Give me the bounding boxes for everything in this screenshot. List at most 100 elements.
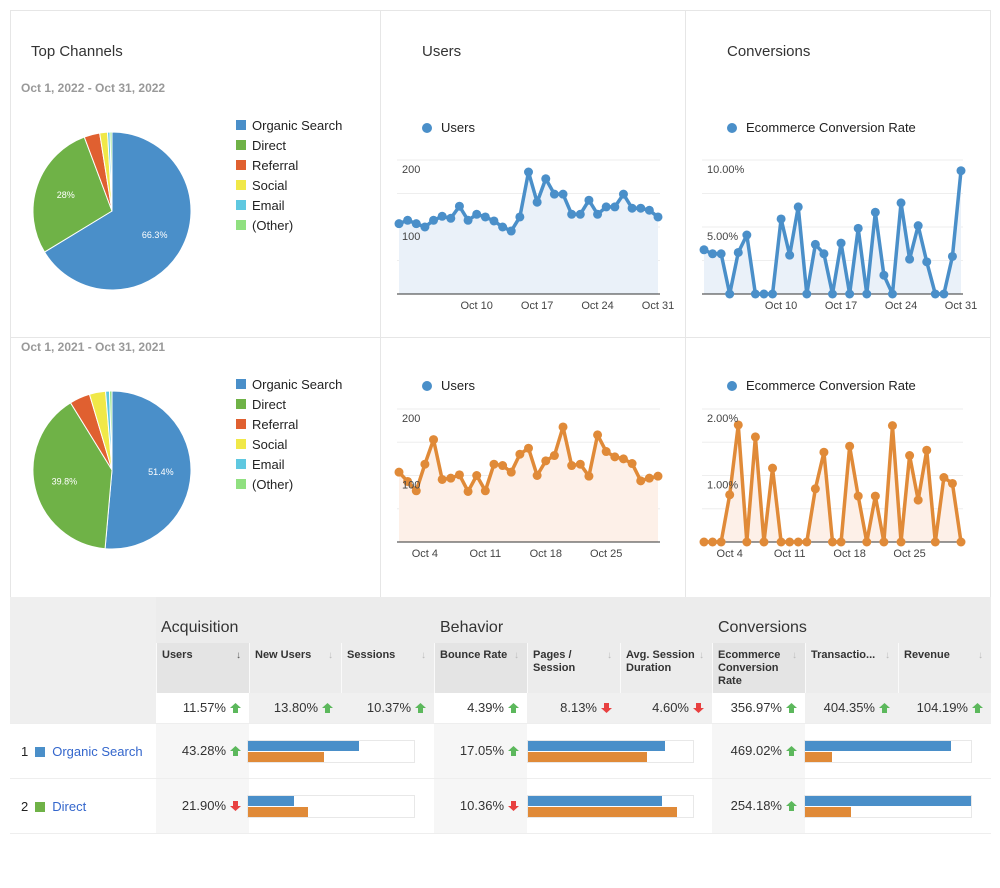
data-point[interactable] [836,238,846,248]
data-point[interactable] [853,223,863,233]
data-point[interactable] [725,490,735,500]
data-point[interactable] [716,249,726,259]
data-point[interactable] [524,443,533,453]
data-point[interactable] [887,289,897,299]
data-point[interactable] [776,214,786,224]
legend-item[interactable]: Social [236,175,342,195]
data-point[interactable] [627,459,637,469]
data-point[interactable] [446,213,456,223]
column-header-pages-session[interactable]: Pages / Session ↓ [527,643,620,693]
legend-item[interactable]: Email [236,195,342,215]
column-header-bounce-rate[interactable]: Bounce Rate ↓ [434,643,527,693]
column-header-new-users[interactable]: New Users ↓ [249,643,341,693]
channel-link[interactable]: Direct [52,799,86,814]
sort-arrow-icon[interactable]: ↓ [421,649,426,662]
column-header-revenue[interactable]: Revenue ↓ [898,643,991,693]
data-point[interactable] [653,471,663,481]
data-point[interactable] [785,537,795,547]
data-point[interactable] [725,289,735,299]
data-point[interactable] [750,432,760,442]
sort-arrow-icon[interactable]: ↓ [328,649,333,662]
legend-item[interactable]: Referral [236,155,342,175]
data-point[interactable] [601,202,611,212]
data-point[interactable] [785,250,795,260]
data-point[interactable] [627,203,637,213]
legend-item[interactable]: Email [236,454,342,474]
data-point[interactable] [472,209,482,219]
sort-arrow-icon[interactable]: ↓ [885,649,890,662]
data-point[interactable] [584,471,594,481]
sort-arrow-icon[interactable]: ↓ [792,649,797,662]
data-point[interactable] [828,289,837,299]
data-point[interactable] [956,166,966,176]
data-point[interactable] [862,537,872,547]
data-point[interactable] [750,289,760,299]
data-point[interactable] [610,452,620,462]
data-point[interactable] [644,473,654,483]
data-point[interactable] [636,203,646,213]
data-point[interactable] [593,430,603,440]
data-point[interactable] [575,459,585,469]
data-point[interactable] [567,209,577,219]
data-point[interactable] [575,209,585,219]
data-point[interactable] [939,289,949,299]
data-point[interactable] [532,471,542,480]
data-point[interactable] [480,486,490,496]
data-point[interactable] [618,454,628,464]
data-point[interactable] [394,219,404,229]
data-point[interactable] [956,537,966,547]
data-point[interactable] [708,249,718,259]
data-point[interactable] [498,222,508,232]
sort-arrow-icon[interactable]: ↓ [236,649,241,662]
data-point[interactable] [742,537,752,547]
data-point[interactable] [429,215,439,225]
data-point[interactable] [498,461,508,471]
column-header-sessions[interactable]: Sessions ↓ [341,643,434,693]
legend-item[interactable]: (Other) [236,474,342,494]
data-point[interactable] [742,230,752,240]
data-point[interactable] [853,491,863,501]
data-point[interactable] [411,219,421,229]
data-point[interactable] [584,195,594,205]
legend-item[interactable]: Direct [236,394,342,414]
data-point[interactable] [437,211,447,221]
legend-item[interactable]: (Other) [236,215,342,235]
legend-item[interactable]: Referral [236,414,342,434]
column-header-transactio[interactable]: Transactio... ↓ [805,643,898,693]
data-point[interactable] [802,289,812,299]
data-point[interactable] [653,212,663,222]
data-point[interactable] [437,474,447,484]
data-point[interactable] [905,451,915,461]
data-point[interactable] [845,289,855,299]
data-point[interactable] [905,254,915,264]
data-point[interactable] [515,212,525,222]
data-point[interactable] [870,207,880,217]
data-point[interactable] [733,247,743,257]
data-point[interactable] [532,197,542,207]
data-point[interactable] [446,473,456,483]
data-point[interactable] [558,422,568,432]
data-point[interactable] [618,189,628,199]
data-point[interactable] [644,205,654,215]
data-point[interactable] [793,537,803,547]
data-point[interactable] [922,445,932,455]
data-point[interactable] [541,174,551,184]
data-point[interactable] [489,216,499,226]
data-point[interactable] [716,537,726,547]
data-point[interactable] [828,537,837,547]
column-header-ecommerce-conversion-rate[interactable]: Ecommerce Conversion Rate ↓ [712,643,805,693]
data-point[interactable] [506,467,516,477]
data-point[interactable] [429,435,439,445]
data-point[interactable] [947,251,957,261]
data-point[interactable] [403,215,413,225]
data-point[interactable] [549,189,559,199]
data-point[interactable] [394,467,404,477]
column-header-users[interactable]: Users ↓ [156,643,249,693]
data-point[interactable] [463,215,473,225]
data-point[interactable] [810,484,820,494]
data-point[interactable] [930,537,940,547]
sort-arrow-icon[interactable]: ↓ [699,649,704,662]
data-point[interactable] [896,537,906,547]
data-point[interactable] [947,478,957,488]
data-point[interactable] [759,537,769,547]
